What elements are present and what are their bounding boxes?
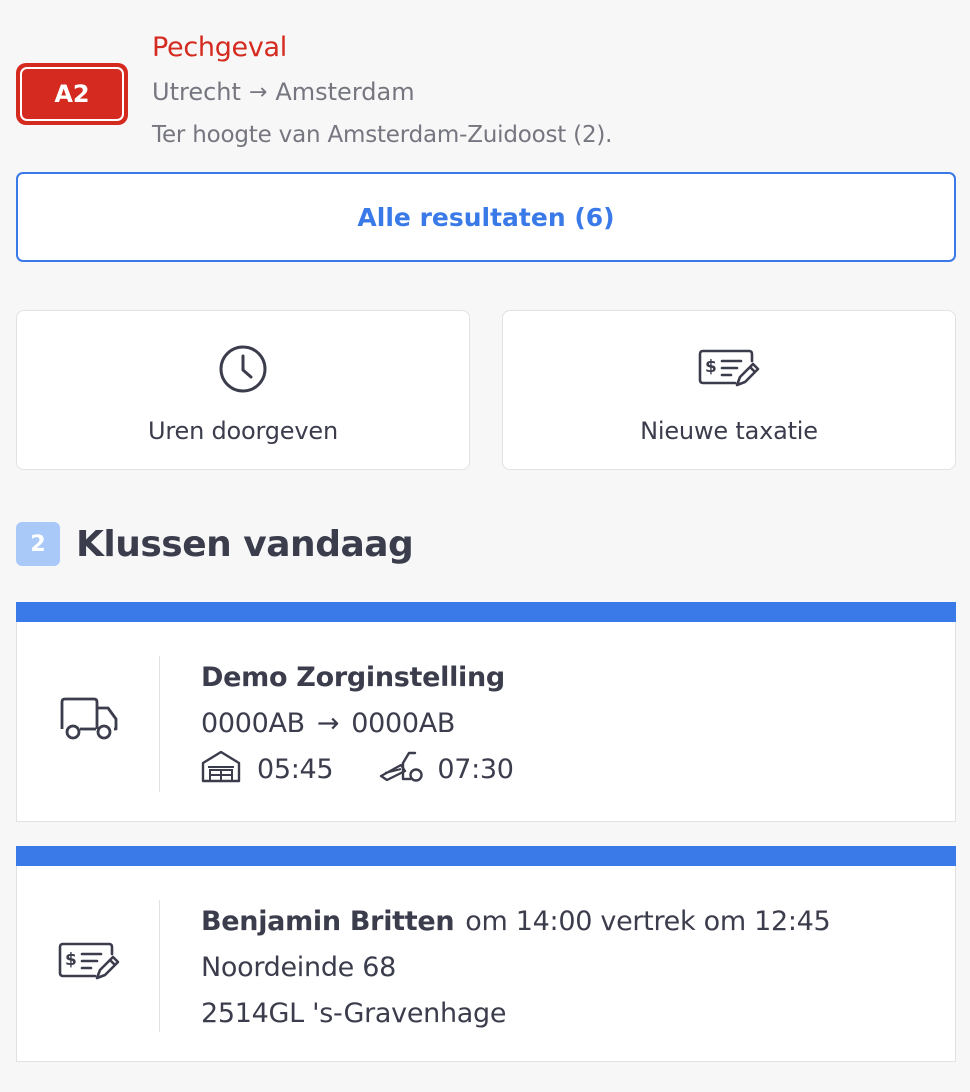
route-arrow-icon: → (248, 79, 268, 105)
depot-time-group: 05:45 (201, 749, 334, 790)
job-times-line: 05:45 07:30 (201, 746, 935, 792)
svg-text:$: $ (705, 357, 717, 377)
card-divider (159, 900, 160, 1032)
arrow-right-icon: → (316, 707, 340, 739)
tow-time-group: 07:30 (379, 749, 514, 790)
job-details: Benjamin Britten om 14:00 vertrek om 12:… (201, 898, 935, 1036)
road-number: A2 (20, 67, 124, 121)
submit-hours-label: Uren doorgeven (148, 417, 338, 445)
incident-notification[interactable]: A2 Pechgeval Utrecht → Amsterdam Ter hoo… (16, 30, 956, 160)
job-street-line: Noordeinde 68 (201, 944, 935, 990)
depot-icon (201, 749, 243, 790)
job-card[interactable]: $ Benjamin Britten om 14:00 vertrek om 1… (16, 846, 956, 1062)
submit-hours-tile[interactable]: Uren doorgeven (16, 310, 470, 470)
truck-icon (53, 694, 125, 742)
job-customer-name: Benjamin Britten (201, 905, 455, 937)
valuation-icon: $ (53, 940, 125, 984)
route-destination: Amsterdam (275, 78, 415, 106)
job-details: Demo Zorginstelling 0000AB → 0000AB 05:4… (201, 654, 935, 792)
incident-route: Utrecht → Amsterdam (152, 78, 415, 106)
card-divider (159, 656, 160, 792)
job-city-line: 2514GL 's-Gravenhage (201, 990, 935, 1036)
job-status-bar (16, 602, 956, 622)
job-schedule: om 14:00 vertrek om 12:45 (465, 905, 831, 937)
job-client-line: Demo Zorginstelling (201, 654, 935, 700)
job-city: 2514GL 's-Gravenhage (201, 997, 507, 1029)
job-street: Noordeinde 68 (201, 951, 397, 983)
job-from-postcode: 0000AB (201, 707, 305, 739)
job-status-bar (16, 846, 956, 866)
valuation-icon: $ (697, 343, 761, 395)
job-to-postcode: 0000AB (351, 707, 456, 739)
all-results-button[interactable]: Alle resultaten (6) (16, 172, 956, 262)
road-badge: A2 (16, 63, 128, 125)
incident-type: Pechgeval (152, 32, 287, 63)
tow-truck-icon (379, 749, 424, 790)
jobs-count-badge: 2 (16, 522, 60, 566)
new-valuation-tile[interactable]: $ Nieuwe taxatie (502, 310, 956, 470)
job-card[interactable]: Demo Zorginstelling 0000AB → 0000AB 05:4… (16, 602, 956, 822)
job-route-line: 0000AB → 0000AB (201, 700, 935, 746)
tow-time: 07:30 (437, 753, 514, 785)
route-origin: Utrecht (152, 78, 241, 106)
clock-icon (217, 343, 269, 395)
jobs-today-heading: 2 Klussen vandaag (16, 522, 414, 566)
incident-location-detail: Ter hoogte van Amsterdam-Zuidoost (2). (152, 122, 613, 148)
svg-text:$: $ (65, 950, 77, 970)
jobs-section-title: Klussen vandaag (76, 523, 414, 565)
new-valuation-label: Nieuwe taxatie (640, 417, 818, 445)
job-client-name: Demo Zorginstelling (201, 661, 505, 693)
job-appointment-line: Benjamin Britten om 14:00 vertrek om 12:… (201, 898, 935, 944)
depot-time: 05:45 (257, 753, 334, 785)
